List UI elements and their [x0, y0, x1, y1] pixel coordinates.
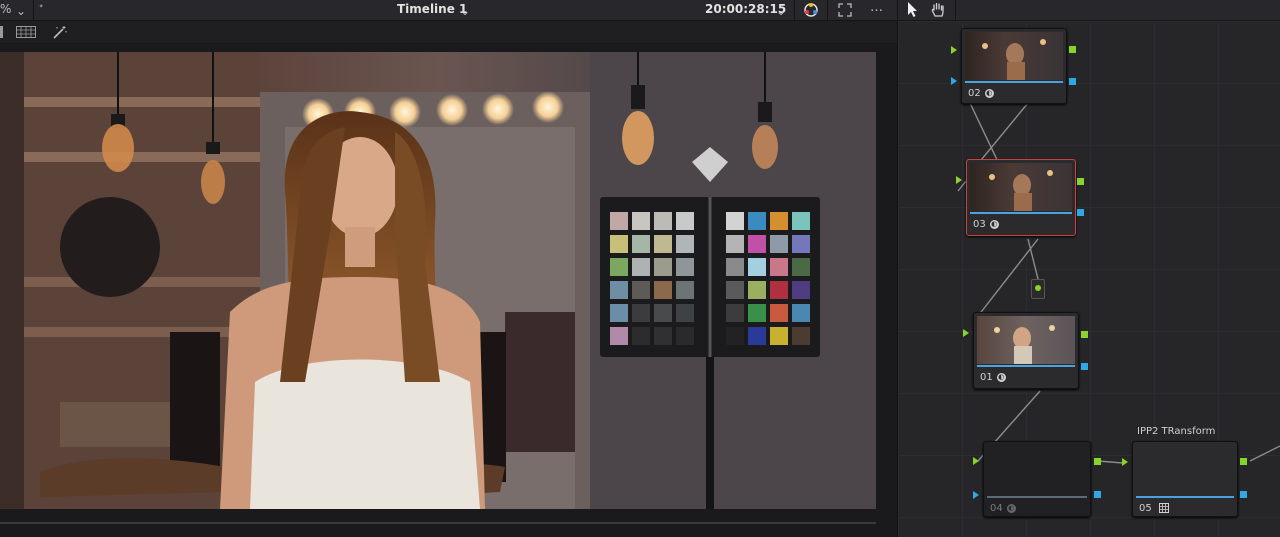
scene-image — [0, 52, 876, 509]
node-05[interactable]: 05 — [1132, 441, 1238, 517]
key-output-port[interactable] — [1081, 363, 1088, 370]
rgb-input-port[interactable] — [951, 46, 957, 54]
key-input-port[interactable] — [951, 77, 957, 85]
node-graph[interactable]: 02 ◐ 03 ◐ 01 ◐ 04 ◐ IPP2 TRansform 05 — [898, 21, 1280, 537]
video-frame[interactable] — [0, 52, 876, 509]
fx-icon: ◐ — [996, 372, 1006, 382]
timeline-scrub-bar[interactable] — [0, 522, 876, 524]
fx-icon: ◐ — [989, 219, 999, 229]
color-wheel-icon[interactable] — [802, 1, 820, 19]
rgb-output-port[interactable] — [1069, 46, 1076, 53]
node-04[interactable]: 04 ◐ — [983, 441, 1091, 517]
zoom-chevron-down-icon[interactable]: ⌄ — [16, 4, 26, 18]
toolbar-divider — [897, 0, 898, 20]
node-output-bar — [970, 212, 1072, 214]
options-dot-icon[interactable]: ⋆ — [38, 1, 44, 12]
zoom-level[interactable]: % — [0, 2, 11, 16]
magic-wand-icon[interactable] — [52, 25, 68, 39]
hand-pan-icon[interactable] — [929, 1, 947, 19]
key-output-port[interactable] — [1094, 491, 1101, 498]
timeline-chevron-down-icon[interactable]: ⌄ — [460, 4, 470, 18]
key-output-port[interactable] — [1069, 78, 1076, 85]
node-thumbnail — [977, 316, 1075, 364]
fullscreen-icon[interactable] — [838, 3, 852, 17]
fx-icon: ◐ — [984, 88, 994, 98]
top-toolbar: % ⌄ ⋆ Timeline 1 ⌄ 20:00:28:15 ⌄ … — [0, 0, 1280, 21]
viewer-toolbar — [0, 21, 897, 44]
node-output-bar — [965, 81, 1063, 83]
key-input-port[interactable] — [973, 491, 979, 499]
rgb-output-port[interactable] — [1081, 331, 1088, 338]
pointer-arrow-icon[interactable] — [906, 1, 920, 19]
node-label: 03 ◐ — [973, 219, 999, 230]
node-thumbnail — [965, 32, 1063, 80]
fx-icon: ◐ — [1006, 503, 1016, 513]
node-output-bar — [1136, 496, 1234, 498]
rgb-output-port[interactable] — [1077, 178, 1084, 185]
timeline-title[interactable]: Timeline 1 — [397, 2, 467, 16]
parallel-mixer-node[interactable] — [1031, 279, 1045, 299]
rgb-input-port[interactable] — [956, 176, 962, 184]
ofx-grid-icon — [1158, 503, 1169, 513]
rgb-output-port[interactable] — [1094, 458, 1101, 465]
toolbar-divider — [33, 0, 34, 20]
node-label: 02 ◐ — [968, 88, 994, 99]
node-thumbnail — [970, 163, 1072, 211]
rgb-output-port[interactable] — [1240, 458, 1247, 465]
node-title: IPP2 TRansform — [1137, 426, 1216, 437]
node-label: 04 ◐ — [990, 503, 1016, 514]
node-01[interactable]: 01 ◐ — [973, 312, 1079, 389]
timecode: 20:00:28:15 — [705, 2, 787, 16]
viewer-panel — [0, 44, 897, 537]
mixer-input-dot — [1035, 285, 1041, 291]
toolbar-divider — [794, 0, 795, 20]
node-03[interactable]: 03 ◐ — [966, 159, 1076, 236]
key-output-port[interactable] — [1240, 491, 1247, 498]
rgb-input-port[interactable] — [973, 457, 979, 465]
viewer-mode-icon[interactable] — [0, 26, 4, 38]
grid-overlay-icon[interactable] — [16, 26, 36, 38]
node-output-bar — [977, 365, 1075, 367]
rgb-input-port[interactable] — [963, 329, 969, 337]
more-options-icon[interactable]: … — [870, 0, 884, 15]
toolbar-divider — [827, 0, 828, 20]
node-02[interactable]: 02 ◐ — [961, 28, 1067, 104]
rgb-input-port[interactable] — [1122, 458, 1128, 466]
node-label: 05 — [1139, 503, 1169, 514]
toolbar-divider — [955, 0, 956, 20]
timecode-chevron-down-icon[interactable]: ⌄ — [776, 4, 786, 18]
node-output-bar — [987, 496, 1087, 498]
node-label: 01 ◐ — [980, 372, 1006, 383]
key-output-port[interactable] — [1077, 209, 1084, 216]
